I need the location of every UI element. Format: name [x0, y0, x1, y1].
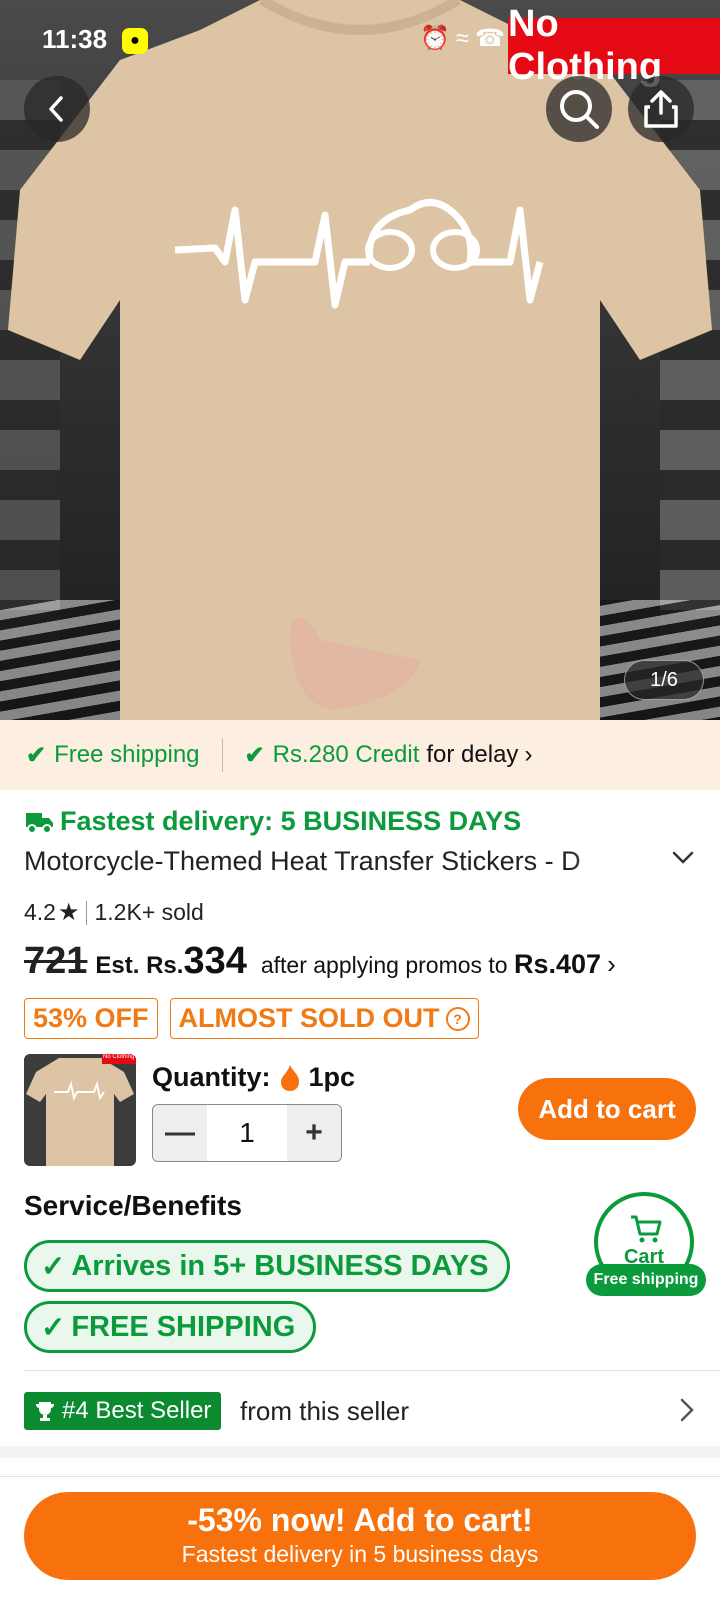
free-shipping-pill: ✓ FREE SHIPPING: [24, 1301, 317, 1353]
star-icon: ★: [57, 899, 80, 926]
cart-free-shipping-tag: Free shipping: [586, 1264, 706, 1296]
tshirt-graphic: [8, 0, 712, 720]
cta-line1: -53% now! Add to cart!: [187, 1502, 533, 1538]
delivery-headline: Fastest delivery: 5 BUSINESS DAYS: [24, 806, 521, 837]
best-seller-label: #4 Best Seller: [62, 1397, 212, 1424]
rating-row[interactable]: 4.2 ★ 1.2K+ sold: [24, 898, 204, 927]
free-shipping-label: Free shipping: [54, 741, 200, 768]
check-icon: ✔: [244, 741, 265, 769]
search-icon: [560, 90, 599, 129]
seller-text[interactable]: from this seller: [240, 1396, 409, 1427]
chevron-right-icon[interactable]: [680, 1398, 694, 1422]
quantity-note: 1pc: [308, 1062, 356, 1092]
thumb-tag: No Clothing: [103, 1054, 135, 1060]
stock-label: ALMOST SOLD OUT: [178, 1003, 440, 1033]
back-button[interactable]: [24, 76, 90, 142]
arrives-pill: ✓ Arrives in 5+ BUSINESS DAYS: [24, 1240, 510, 1292]
badges: 53% OFF ALMOST SOLD OUT?: [24, 998, 479, 1039]
promo-price: Rs.407: [513, 949, 602, 979]
status-time: 11:38: [42, 24, 108, 54]
sold-count: 1.2K+ sold: [94, 899, 204, 925]
status-icons: ⏰≈☎: [420, 25, 511, 52]
divider: [221, 738, 223, 772]
image-counter: 1/6: [624, 660, 704, 700]
check-icon: ✓: [41, 1311, 66, 1344]
share-icon: [644, 90, 678, 128]
discount-badge: 53% OFF: [24, 998, 158, 1039]
search-button[interactable]: [546, 76, 612, 142]
divider: [24, 1370, 720, 1371]
truck-icon: [26, 812, 53, 834]
decrement-button[interactable]: —: [153, 1105, 207, 1161]
snapchat-icon: ●: [122, 28, 148, 54]
divider: [0, 1476, 720, 1477]
quantity-label: Quantity: 1pc: [152, 1062, 355, 1093]
rating-value: 4.2: [24, 899, 56, 925]
shipping-strip[interactable]: ✔ Free shipping ✔ Rs.280 Credit for dela…: [0, 720, 720, 790]
est-label: Est. Rs.: [95, 952, 184, 979]
est-price: 334: [183, 940, 247, 982]
help-icon: ?: [445, 1006, 470, 1031]
chevron-right-icon: ›: [524, 741, 533, 768]
fire-icon: [280, 1064, 299, 1091]
free-shipping-text: FREE SHIPPING: [71, 1310, 296, 1343]
check-icon: ✔: [26, 741, 47, 769]
chevron-down-icon[interactable]: [672, 850, 694, 866]
share-button[interactable]: [628, 76, 694, 142]
chevron-right-icon: ›: [607, 949, 616, 979]
original-price: 721: [24, 940, 88, 982]
chevron-left-icon: [49, 96, 63, 122]
quantity-value[interactable]: 1: [207, 1105, 287, 1161]
price-row[interactable]: 721 Est. Rs. 334 after applying promos t…: [24, 940, 616, 983]
arrives-text: Arrives in 5+ BUSINESS DAYS: [71, 1249, 489, 1282]
add-to-cart-button[interactable]: Add to cart: [518, 1078, 696, 1140]
status-bar: 11:38 ● ⏰≈☎ No Clothing: [0, 0, 720, 88]
delivery-text: Fastest delivery: 5 BUSINESS DAYS: [60, 806, 522, 836]
divider: [85, 900, 87, 925]
cart-icon: [631, 1215, 662, 1243]
stock-badge[interactable]: ALMOST SOLD OUT?: [169, 998, 479, 1039]
watermark: No Clothing: [508, 3, 720, 88]
cta-line2: Fastest delivery in 5 business days: [181, 1541, 539, 1567]
promo-text: after applying promos to Rs.407: [261, 949, 601, 980]
cta-add-to-cart-button[interactable]: -53% now! Add to cart! Fastest delivery …: [24, 1492, 696, 1580]
variant-thumbnail[interactable]: No Clothing: [24, 1054, 136, 1166]
credit-suffix: for delay: [426, 741, 519, 768]
check-icon: ✓: [41, 1250, 66, 1283]
trophy-icon: [36, 1402, 54, 1421]
services-title: Service/Benefits: [24, 1190, 242, 1221]
increment-button[interactable]: +: [287, 1105, 341, 1161]
section-gap: [0, 1446, 720, 1458]
promo-label: after applying promos to: [260, 952, 508, 978]
product-image[interactable]: [0, 0, 720, 720]
quantity-text: Quantity:: [152, 1062, 271, 1092]
quantity-stepper[interactable]: — 1 +: [152, 1104, 342, 1162]
tshirt-thumb: [26, 1054, 136, 1166]
credit-amount: Rs.280 Credit: [272, 741, 420, 768]
best-seller-badge[interactable]: #4 Best Seller: [24, 1392, 222, 1430]
product-title[interactable]: Motorcycle-Themed Heat Transfer Stickers…: [24, 846, 644, 877]
